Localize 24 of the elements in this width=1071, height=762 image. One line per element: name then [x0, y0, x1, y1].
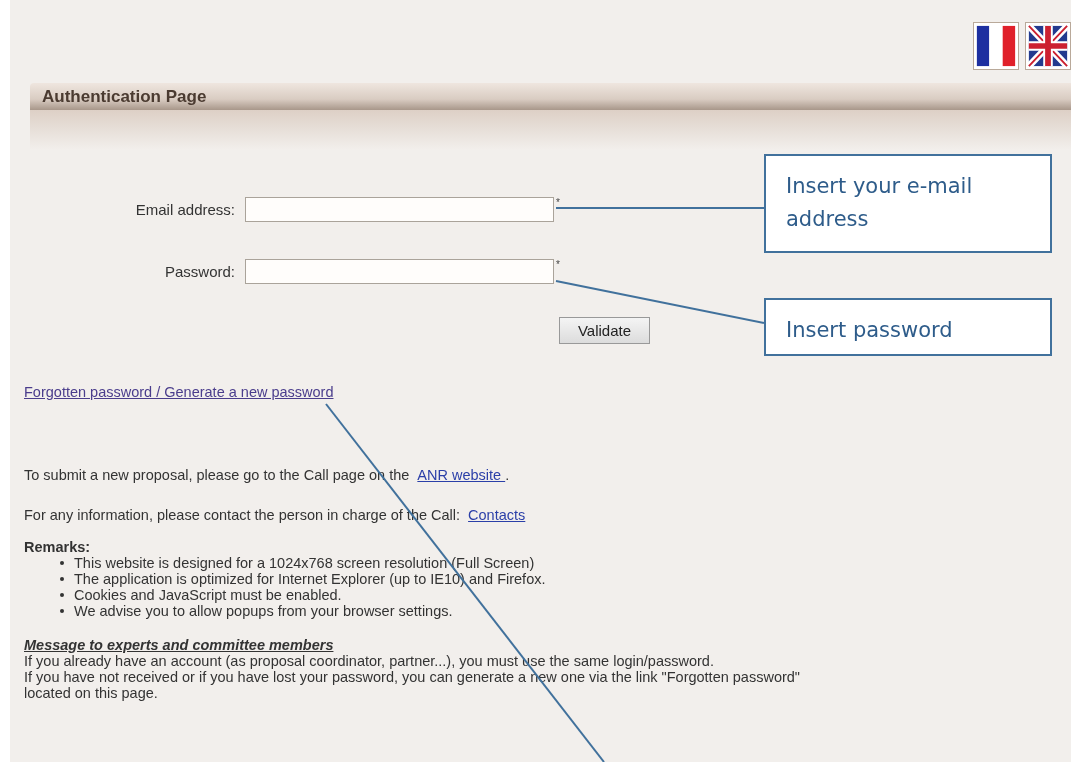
- required-mark: *: [556, 197, 560, 208]
- british-flag-icon[interactable]: [1025, 22, 1071, 70]
- forgot-password-link[interactable]: Forgotten password / Generate a new password: [24, 384, 334, 400]
- bullet-icon: [60, 577, 64, 581]
- input-field[interactable]: [245, 197, 554, 222]
- message-heading: Message to experts and committee members: [24, 637, 335, 653]
- info-link[interactable]: Contacts: [468, 507, 526, 523]
- callout-box: Insert password: [764, 298, 1052, 356]
- remarks-heading: Remarks:: [24, 539, 92, 555]
- required-mark: *: [556, 259, 560, 270]
- input-field[interactable]: [245, 259, 554, 284]
- info-link[interactable]: ANR website: [417, 467, 506, 483]
- remark-text: We advise you to allow popups from your browser settings.: [74, 603, 453, 619]
- french-flag-icon[interactable]: [973, 22, 1019, 70]
- callout-box: Insert your e-mail address: [764, 154, 1052, 253]
- message-text: located on this page.: [24, 685, 159, 701]
- bullet-icon: [60, 561, 64, 565]
- remark-text: Cookies and JavaScript must be enabled.: [74, 587, 342, 603]
- field-label: Email address:: [134, 200, 235, 220]
- field-label: Password:: [163, 262, 235, 282]
- panel-title: Authentication Page: [42, 86, 207, 107]
- bullet-icon: [60, 609, 64, 613]
- bullet-icon: [60, 593, 64, 597]
- validate-button[interactable]: Validate: [559, 317, 650, 344]
